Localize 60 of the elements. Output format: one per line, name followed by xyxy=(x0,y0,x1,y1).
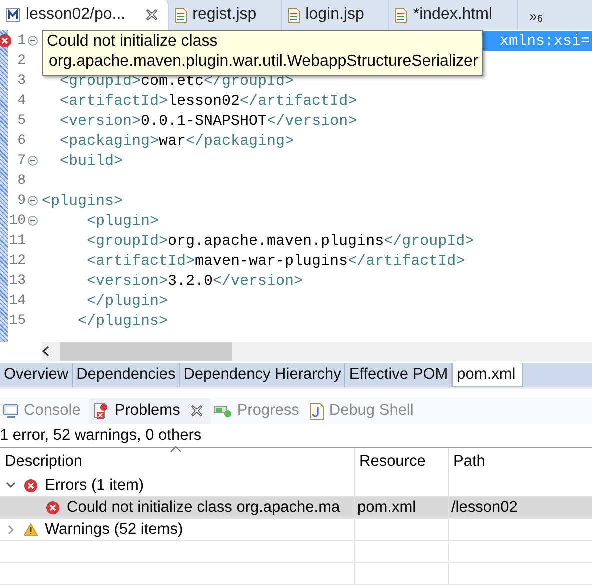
line-number: 5 xyxy=(18,113,26,129)
resource-path: /lesson02 xyxy=(452,498,518,516)
line-number: 4 xyxy=(18,93,26,109)
line-number: 6 xyxy=(18,133,26,149)
line-number: 11 xyxy=(9,233,26,249)
code-line: <plugins> xyxy=(42,192,124,210)
file-icon xyxy=(288,8,300,22)
editor-page-tab[interactable]: pom.xml xyxy=(452,363,523,387)
column-header[interactable]: Description xyxy=(0,448,354,475)
code-line: <groupId>org.apache.maven.plugins</groupId> xyxy=(86,232,474,250)
line-number: 12 xyxy=(9,253,26,269)
sort-caret-icon xyxy=(170,446,182,453)
line-number: 8 xyxy=(18,173,26,189)
error-tooltip: Could not initialize class org.apache.maven.plugin.war.util.WebappStructureSerializer xyxy=(42,30,484,76)
horizontal-scrollbar[interactable] xyxy=(42,342,592,361)
progress-icon xyxy=(214,404,232,418)
column-header[interactable]: Path xyxy=(448,448,592,475)
line-number: 3 xyxy=(18,73,26,89)
line-number: 7 xyxy=(18,153,26,169)
column-header[interactable]: Resource xyxy=(354,448,448,475)
editor-page-tab[interactable]: Dependencies xyxy=(72,363,180,387)
file-icon xyxy=(174,8,187,22)
line-number: 10 xyxy=(9,213,26,229)
selected-code: xmlns:xsi= xyxy=(500,32,590,50)
line-number: 2 xyxy=(18,53,26,69)
problem-row[interactable]: Warnings (52 items) xyxy=(0,518,592,540)
problem-description: Errors (1 item) xyxy=(45,476,144,494)
line-number: 1 xyxy=(18,33,26,49)
problem-description: Could not initialize class org.apache.ma xyxy=(67,498,340,516)
more-tabs-button[interactable]: »$_{6}$ xyxy=(518,0,543,30)
editor-page-tab[interactable]: Dependency Hierarchy xyxy=(180,363,346,387)
code-line: <version>0.0.1-SNAPSHOT</version> xyxy=(59,112,358,130)
error-icon xyxy=(24,478,38,492)
code-line: <packaging>war</packaging> xyxy=(59,132,294,150)
problems-summary: 1 error, 52 warnings, 0 others xyxy=(0,426,203,446)
line-number: 15 xyxy=(9,313,26,329)
code-line: <version>3.2.0</version> xyxy=(86,272,304,290)
problems-icon xyxy=(94,402,110,420)
collapsed-chevron-icon[interactable] xyxy=(8,524,14,534)
warning-icon xyxy=(24,523,38,536)
editor-page-tab[interactable]: Overview xyxy=(0,363,73,387)
code-line: <plugin> xyxy=(86,212,160,230)
console-icon xyxy=(3,404,19,418)
line-number: 9 xyxy=(18,193,26,209)
code-line: <build> xyxy=(59,152,124,170)
resource-name: pom.xml xyxy=(358,498,416,516)
expanded-chevron-icon[interactable] xyxy=(6,482,16,489)
line-number: 14 xyxy=(9,293,26,309)
code-line: <artifactId>lesson02</artifactId> xyxy=(59,92,358,110)
error-icon xyxy=(46,500,60,514)
code-line: </plugins> xyxy=(77,312,168,330)
line-number: 13 xyxy=(9,273,26,289)
editor-tab[interactable]: lesson02/po... xyxy=(0,0,169,30)
file-icon xyxy=(395,8,408,22)
maven-file-icon xyxy=(6,8,20,22)
shell-icon xyxy=(310,402,324,420)
code-line: </plugin> xyxy=(86,292,168,310)
code-line: <artifactId>maven-war-plugins</artifactId> xyxy=(86,252,466,270)
problem-description: Warnings (52 items) xyxy=(45,520,184,538)
view-tab[interactable]: Problems xyxy=(88,398,212,424)
